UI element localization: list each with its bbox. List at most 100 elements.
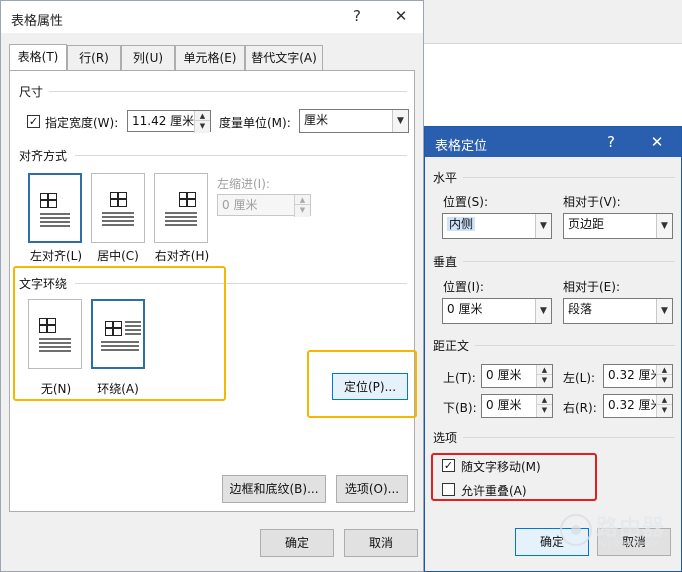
options-button[interactable]: 选项(O)...	[336, 475, 408, 503]
divider	[463, 437, 675, 438]
tab-column[interactable]: 列(U)	[121, 45, 175, 71]
spin-up-icon: ▲	[295, 195, 310, 205]
title-bar: 表格定位 ? ✕	[425, 127, 681, 157]
divider	[463, 261, 675, 262]
spin-up-icon[interactable]: ▲	[657, 365, 672, 375]
positioning-highlight-box	[307, 350, 417, 418]
spin-down-icon[interactable]: ▼	[537, 405, 552, 415]
specify-width-checkbox[interactable]: ✓	[27, 115, 40, 128]
right-spinner[interactable]: ▲ ▼	[656, 395, 672, 417]
spin-down-icon[interactable]: ▼	[657, 405, 672, 415]
options-group-label: 选项	[433, 431, 458, 445]
bottom-distance-label: 下(B):	[443, 401, 477, 415]
top-distance-input[interactable]: 0 厘米 ▲ ▼	[481, 364, 553, 388]
dialog-title: 表格属性	[11, 14, 64, 29]
spin-down-icon[interactable]: ▼	[195, 121, 210, 131]
table-icon	[179, 192, 196, 207]
left-spinner[interactable]: ▲ ▼	[656, 365, 672, 387]
align-center-option[interactable]	[91, 173, 145, 243]
v-position-value: 0 厘米	[447, 302, 483, 316]
chevron-down-icon[interactable]: ▼	[535, 214, 551, 238]
chevron-down-icon[interactable]: ▼	[656, 214, 672, 238]
help-button[interactable]: ?	[601, 133, 621, 151]
unit-label: 度量单位(M):	[219, 116, 291, 130]
spin-up-icon[interactable]: ▲	[195, 111, 210, 121]
unit-select[interactable]: 厘米 ▼	[299, 109, 409, 133]
cancel-button[interactable]: 取消	[344, 529, 418, 557]
chevron-down-icon[interactable]: ▼	[656, 299, 672, 323]
table-properties-dialog: 表格属性 ? ✕ 表格(T) 行(R) 列(U) 单元格(E) 替代文字(A) …	[0, 0, 424, 572]
chevron-down-icon[interactable]: ▼	[392, 110, 408, 132]
align-center-label: 居中(C)	[97, 249, 139, 263]
tab-alt-text[interactable]: 替代文字(A)	[245, 45, 323, 71]
router-logo-icon	[560, 514, 592, 546]
h-position-select[interactable]: 内侧 ▼	[442, 213, 552, 239]
specify-width-label: 指定宽度(W):	[45, 116, 119, 130]
left-indent-input: 0 厘米 ▲ ▼	[217, 194, 311, 217]
bottom-spinner[interactable]: ▲ ▼	[536, 395, 552, 417]
h-position-label: 位置(S):	[443, 195, 489, 209]
size-group-label: 尺寸	[19, 85, 44, 99]
options-highlight-box	[431, 453, 597, 501]
distance-group-label: 距正文	[433, 339, 470, 353]
text-lines-icon	[102, 212, 134, 228]
tab-table[interactable]: 表格(T)	[9, 44, 67, 72]
bottom-distance-input[interactable]: 0 厘米 ▲ ▼	[481, 394, 553, 418]
right-distance-input[interactable]: 0.32 厘米 ▲ ▼	[603, 394, 673, 418]
chevron-down-icon[interactable]: ▼	[535, 299, 551, 323]
width-value: 11.42 厘米	[132, 114, 195, 128]
v-relative-select[interactable]: 段落 ▼	[563, 298, 673, 324]
spin-down-icon[interactable]: ▼	[657, 375, 672, 385]
spin-up-icon[interactable]: ▲	[537, 395, 552, 405]
spin-up-icon[interactable]: ▲	[657, 395, 672, 405]
close-button[interactable]: ✕	[647, 133, 667, 151]
spin-up-icon[interactable]: ▲	[537, 365, 552, 375]
h-relative-value: 页边距	[568, 217, 605, 231]
tab-row[interactable]: 行(R)	[67, 45, 121, 71]
v-position-select[interactable]: 0 厘米 ▼	[442, 298, 552, 324]
borders-shading-button[interactable]: 边框和底纹(B)...	[222, 475, 326, 503]
h-relative-label: 相对于(V):	[563, 195, 621, 209]
indent-spinner: ▲ ▼	[294, 195, 310, 217]
left-distance-label: 左(L):	[563, 371, 596, 385]
left-distance-input[interactable]: 0.32 厘米 ▲ ▼	[603, 364, 673, 388]
vertical-group-label: 垂直	[433, 255, 458, 269]
table-positioning-dialog: 表格定位 ? ✕ 水平 位置(S): 内侧 ▼ 相对于(V): 页边距 ▼ 垂直…	[424, 126, 682, 572]
wrap-highlight-box	[13, 266, 226, 401]
divider	[75, 155, 407, 156]
unit-value: 厘米	[304, 113, 329, 127]
divider	[49, 91, 407, 92]
spin-down-icon[interactable]: ▼	[537, 375, 552, 385]
align-right-label: 右对齐(H)	[154, 249, 210, 263]
left-distance-value: 0.32 厘米	[608, 368, 663, 382]
width-spinner[interactable]: ▲ ▼	[194, 111, 210, 133]
width-input[interactable]: 11.42 厘米 ▲ ▼	[127, 110, 211, 133]
top-distance-label: 上(T):	[443, 371, 476, 385]
top-distance-value: 0 厘米	[486, 368, 522, 382]
v-relative-value: 段落	[568, 302, 593, 316]
align-right-option[interactable]	[154, 173, 208, 243]
v-relative-label: 相对于(E):	[563, 280, 620, 294]
ok-button[interactable]: 确定	[260, 529, 334, 557]
horizontal-group-label: 水平	[433, 171, 458, 185]
title-bar: 表格属性 ? ✕	[1, 1, 423, 33]
bottom-distance-value: 0 厘米	[486, 398, 522, 412]
tab-cell[interactable]: 单元格(E)	[175, 45, 245, 71]
background-ribbon	[424, 0, 682, 44]
divider	[463, 177, 675, 178]
left-indent-label: 左缩进(I):	[217, 177, 270, 191]
h-relative-select[interactable]: 页边距 ▼	[563, 213, 673, 239]
help-button[interactable]: ?	[347, 7, 367, 25]
text-lines-icon	[40, 213, 70, 229]
align-left-option[interactable]	[28, 173, 82, 243]
watermark: 路由器 luyouqi.com	[560, 508, 678, 554]
table-icon	[40, 193, 57, 208]
right-distance-value: 0.32 厘米	[608, 398, 663, 412]
right-distance-label: 右(R):	[563, 401, 597, 415]
alignment-group-label: 对齐方式	[19, 149, 68, 163]
dialog-title: 表格定位	[435, 139, 488, 154]
top-spinner[interactable]: ▲ ▼	[536, 365, 552, 387]
close-button[interactable]: ✕	[391, 7, 411, 25]
align-left-label: 左对齐(L)	[29, 249, 83, 263]
spin-down-icon: ▼	[299, 206, 306, 214]
